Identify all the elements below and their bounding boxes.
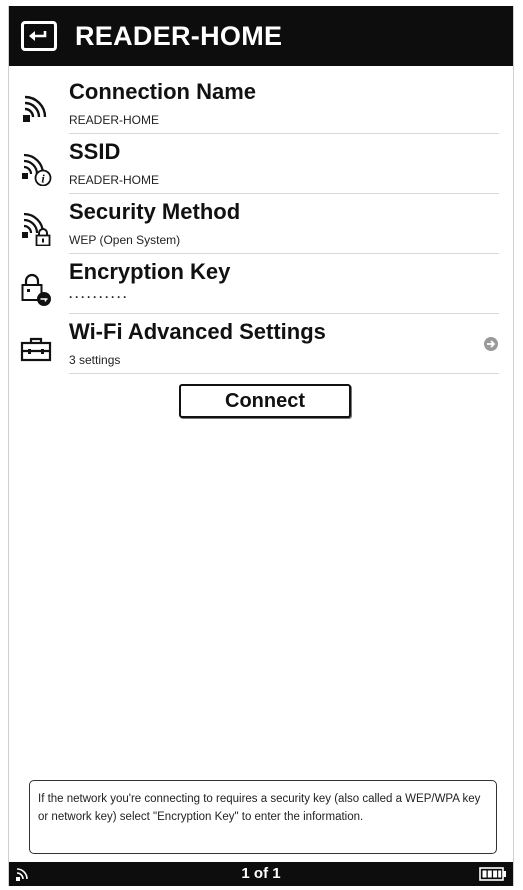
info-message: If the network you're connecting to requ… [29, 780, 497, 854]
row-security-method[interactable]: Security Method WEP (Open System) [9, 194, 513, 254]
page-indicator: 1 of 1 [241, 865, 281, 882]
back-arrow-icon [29, 31, 47, 41]
toolbox-icon [20, 337, 52, 362]
battery-icon [479, 867, 506, 881]
row-label: Encryption Key [69, 259, 231, 284]
row-text: Security Method WEP (Open System) [69, 196, 499, 254]
row-encryption-key[interactable]: Encryption Key ·········· [9, 254, 513, 314]
row-wifi-advanced-settings[interactable]: Wi-Fi Advanced Settings 3 settings [9, 314, 513, 374]
row-label: Connection Name [69, 79, 257, 104]
status-bar: 1 of 1 [9, 862, 513, 886]
row-connection-name[interactable]: Connection Name READER-HOME [9, 74, 513, 134]
chevron-right-circle-icon[interactable] [483, 336, 499, 352]
masked-key-value: ·········· [69, 290, 129, 304]
back-button[interactable] [21, 21, 57, 51]
row-ssid[interactable]: i SSID READER-HOME [9, 134, 513, 194]
reader-screen: READER-HOME Connection Name READER-HOME [8, 6, 514, 886]
lock-key-icon [21, 273, 51, 306]
connect-button[interactable]: Connect [179, 384, 351, 418]
row-value: WEP (Open System) [69, 233, 181, 247]
page-title: READER-HOME [75, 20, 283, 51]
row-text: SSID READER-HOME [69, 136, 499, 194]
header-bar: READER-HOME [9, 6, 513, 66]
row-value: 3 settings [69, 353, 121, 367]
row-label: Wi-Fi Advanced Settings [69, 319, 326, 344]
row-label: SSID [69, 139, 121, 164]
row-label: Security Method [69, 199, 241, 224]
wifi-info-icon: i [22, 153, 52, 186]
row-text: Encryption Key ·········· [69, 256, 499, 314]
row-text: Wi-Fi Advanced Settings 3 settings [69, 316, 499, 374]
row-value: READER-HOME [69, 113, 160, 127]
row-value: READER-HOME [69, 173, 160, 187]
settings-list: Connection Name READER-HOME i SSID READE… [9, 74, 513, 374]
wifi-lock-icon [22, 212, 51, 246]
row-text: Connection Name READER-HOME [69, 76, 499, 134]
wifi-signal-icon [23, 95, 47, 122]
